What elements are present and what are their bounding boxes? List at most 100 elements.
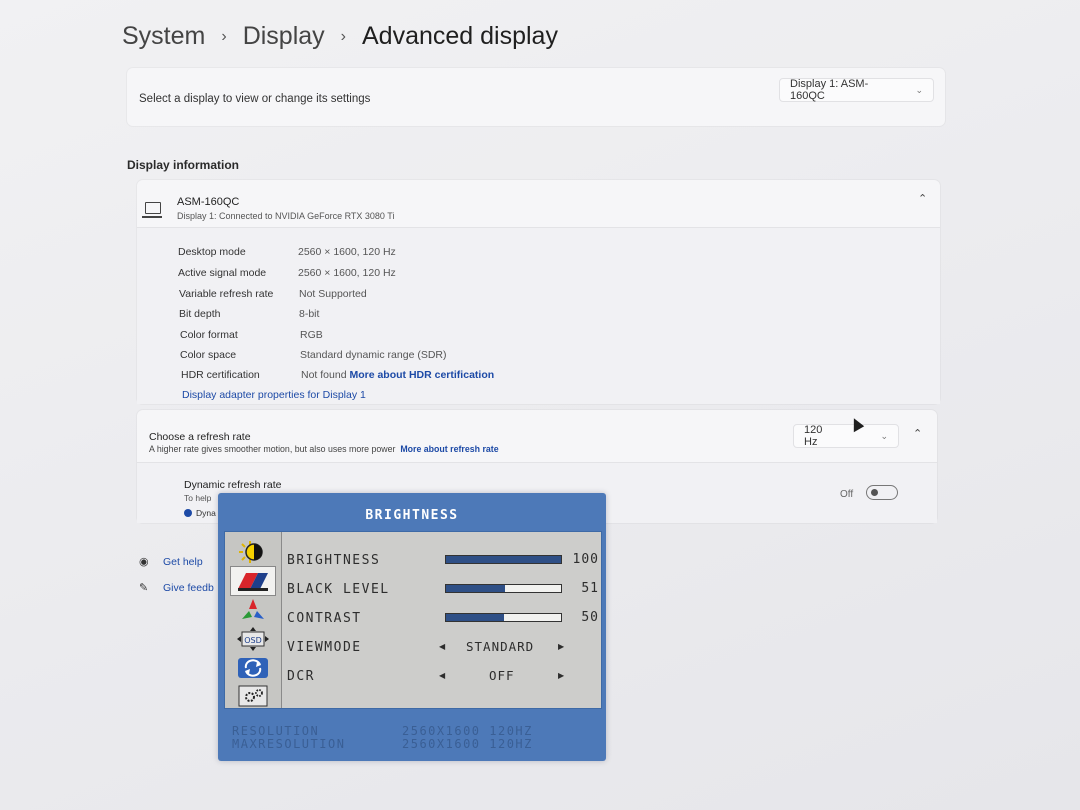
page-title: Advanced display xyxy=(362,22,558,50)
hdr-value: Not found xyxy=(301,369,347,381)
refresh-rate-dropdown[interactable]: 120 Hz ⌄ xyxy=(793,424,899,448)
info-value: RGB xyxy=(300,329,323,341)
adapter-properties-link[interactable]: Display adapter properties for Display 1 xyxy=(182,389,366,401)
osd-title: BRIGHTNESS xyxy=(365,508,459,523)
brightness-icon[interactable] xyxy=(231,538,275,566)
osd-max-resolution: MAXRESOLUTION 2560X1600 120HZ xyxy=(232,737,531,751)
resolution-value: 2560X1600 120HZ xyxy=(402,724,533,738)
connection-text: Display 1: Connected to NVIDIA GeForce R… xyxy=(177,211,395,221)
dynamic-refresh-title: Dynamic refresh rate xyxy=(184,479,282,491)
osd-contrast-label: CONTRAST xyxy=(287,611,362,626)
contrast-bar[interactable] xyxy=(445,613,562,622)
breadcrumb-system[interactable]: System xyxy=(122,22,205,51)
osd-black-level-label: BLACK LEVEL xyxy=(287,582,390,597)
arrow-left-icon[interactable]: ◀ xyxy=(439,671,445,680)
info-key: Variable refresh rate xyxy=(179,288,274,300)
max-resolution-label: MAXRESOLUTION xyxy=(232,737,346,751)
arrow-left-icon[interactable]: ◀ xyxy=(439,642,445,651)
contrast-bar-fill xyxy=(446,614,504,621)
display-select-label: Select a display to view or change its s… xyxy=(139,93,371,105)
breadcrumb: System › Display › Advanced display xyxy=(122,22,558,51)
viewmode-value: STANDARD xyxy=(466,639,535,654)
refresh-rate-value: 120 Hz xyxy=(804,424,823,448)
info-key: Color space xyxy=(180,349,237,361)
dynamic-refresh-note-text: Dyna xyxy=(196,508,216,518)
chevron-up-icon[interactable]: ⌃ xyxy=(913,427,922,440)
contrast-value: 50 xyxy=(581,610,599,625)
chevron-right-icon: › xyxy=(221,27,227,45)
chevron-down-icon: ⌄ xyxy=(915,84,923,95)
dynamic-refresh-note: Dyna xyxy=(184,508,216,518)
info-key: Active signal mode xyxy=(178,267,267,279)
brightness-value: 100 xyxy=(572,552,599,567)
feedback-icon: ✎ xyxy=(139,582,149,594)
chevron-down-icon: ⌄ xyxy=(880,430,888,441)
display-info-header[interactable]: ASM-160QC Display 1: Connected to NVIDIA… xyxy=(137,180,940,227)
osd-icon-label: OSD xyxy=(244,636,262,645)
refresh-link[interactable]: More about refresh rate xyxy=(400,444,498,454)
info-value: Not found More about HDR certification xyxy=(301,369,494,381)
refresh-title: Choose a refresh rate xyxy=(149,431,251,443)
info-key: Bit depth xyxy=(179,308,221,320)
dcr-value: OFF xyxy=(489,668,515,683)
brightness-bar-fill xyxy=(446,556,561,563)
display-select-card: Select a display to view or change its s… xyxy=(127,68,945,126)
breadcrumb-display[interactable]: Display xyxy=(243,22,325,51)
info-icon xyxy=(184,509,192,517)
get-help-label: Get help xyxy=(163,556,203,568)
osd-panel: OSD BRIGHTNESS 100 BLACK LEVEL 51 CONTRA… xyxy=(224,531,602,709)
info-value: Not Supported xyxy=(299,288,367,300)
info-value: 2560 × 1600, 120 Hz xyxy=(298,267,396,279)
info-key: Desktop mode xyxy=(178,246,246,258)
give-feedback-link[interactable]: ✎ Give feedb xyxy=(139,582,214,594)
contrast-icon[interactable] xyxy=(231,596,275,624)
monitor-osd: BRIGHTNESS OSD BRIGHTNESS 100 BLACK LEVE… xyxy=(218,493,606,761)
display-info-details: Desktop mode 2560 × 1600, 120 Hz Active s… xyxy=(137,227,940,404)
get-help-link[interactable]: ◉ Get help xyxy=(139,556,203,568)
osd-resolution: RESOLUTION 2560X1600 120HZ xyxy=(232,724,531,738)
arrow-right-icon[interactable]: ▶ xyxy=(558,671,564,680)
black-level-bar-fill xyxy=(446,585,505,592)
refresh-subtitle: A higher rate gives smoother motion, but… xyxy=(149,444,499,454)
black-level-icon-graphic xyxy=(238,573,268,591)
toggle-label: Off xyxy=(840,489,854,500)
info-value: 8-bit xyxy=(299,308,320,320)
dynamic-refresh-subtitle: To help xyxy=(184,493,212,503)
brightness-bar[interactable] xyxy=(445,555,562,564)
reset-icon[interactable] xyxy=(231,654,275,682)
contrast-icon-graphic xyxy=(242,599,264,619)
gear-icon-graphic xyxy=(238,685,268,707)
display-dropdown-value: Display 1: ASM-160QC xyxy=(790,78,869,102)
info-key: HDR certification xyxy=(181,369,260,381)
toggle-knob xyxy=(871,489,878,496)
osd-settings-icon-graphic: OSD xyxy=(237,627,269,651)
info-key: Color format xyxy=(180,329,238,341)
osd-settings-icon[interactable]: OSD xyxy=(231,625,275,653)
osd-icon-column: OSD xyxy=(225,532,282,708)
section-title: Display information xyxy=(127,158,240,172)
osd-brightness-label: BRIGHTNESS xyxy=(287,553,381,568)
reset-icon-graphic xyxy=(238,658,268,678)
display-info-card: ASM-160QC Display 1: Connected to NVIDIA… xyxy=(137,180,940,404)
refresh-rate-header: Choose a refresh rate A higher rate give… xyxy=(137,410,937,462)
hdr-link[interactable]: More about HDR certification xyxy=(349,369,494,381)
help-icon: ◉ xyxy=(139,556,149,568)
osd-dcr-label: DCR xyxy=(287,669,315,684)
black-level-bar[interactable] xyxy=(445,584,562,593)
max-resolution-value: 2560X1600 120HZ xyxy=(402,737,533,751)
chevron-up-icon[interactable]: ⌃ xyxy=(918,192,927,205)
display-dropdown[interactable]: Display 1: ASM-160QC ⌄ xyxy=(779,78,934,102)
gear-icon[interactable] xyxy=(231,682,275,710)
chevron-right-icon: › xyxy=(340,27,346,45)
refresh-subtitle-text: A higher rate gives smoother motion, but… xyxy=(149,444,396,454)
info-value: 2560 × 1600, 120 Hz xyxy=(298,246,396,258)
black-level-icon[interactable] xyxy=(230,566,276,596)
monitor-name: ASM-160QC xyxy=(177,196,240,208)
arrow-right-icon[interactable]: ▶ xyxy=(558,642,564,651)
resolution-label: RESOLUTION xyxy=(232,724,320,738)
info-value: Standard dynamic range (SDR) xyxy=(300,349,447,361)
give-feedback-label: Give feedb xyxy=(163,582,214,594)
black-level-value: 51 xyxy=(581,581,599,596)
monitor-icon xyxy=(142,202,162,218)
dynamic-refresh-toggle[interactable] xyxy=(866,485,898,500)
